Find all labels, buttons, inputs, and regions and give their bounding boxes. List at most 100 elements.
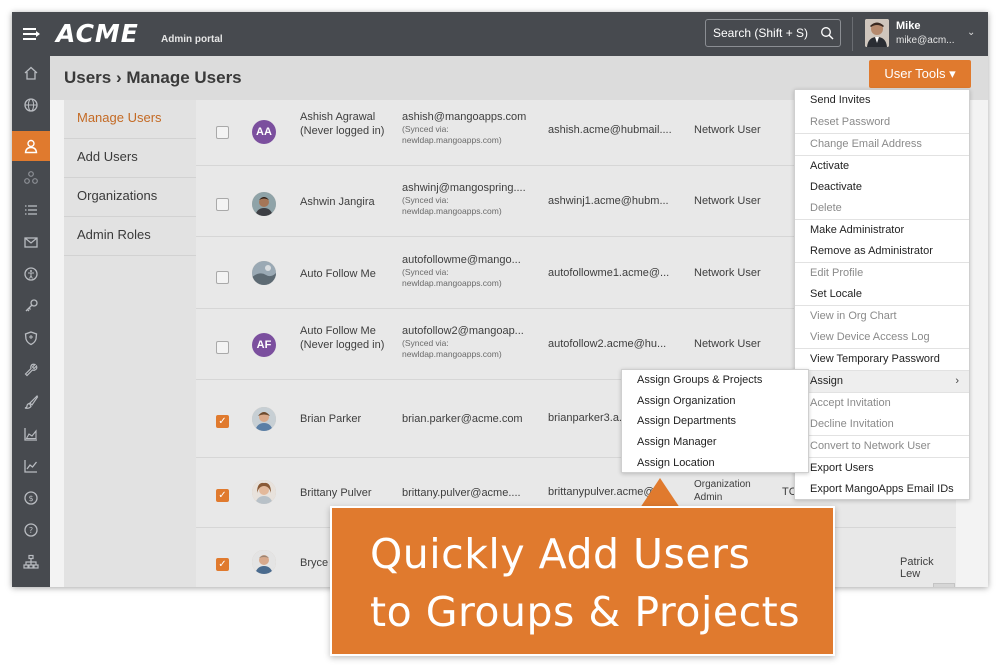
email-cell: autofollowme@mango... (Synced via: newld… (402, 253, 521, 289)
assign-submenu: Assign Groups & Projects Assign Organiza… (621, 369, 809, 473)
row-checkbox[interactable]: ✓ (216, 415, 229, 428)
email-cell: autofollow2@mangoap... (Synced via: newl… (402, 324, 524, 360)
side-menu-manage-users[interactable]: Manage Users (64, 100, 196, 139)
menu-item-make-admin[interactable]: Make Administrator (795, 220, 969, 242)
callout-banner: Quickly Add Users to Groups & Projects (330, 506, 835, 656)
menu-item-export-email-ids[interactable]: Export MangoApps Email IDs (795, 479, 969, 501)
rail-item-list[interactable] (12, 195, 50, 225)
user-tools-button[interactable]: User Tools ▾ (869, 60, 971, 88)
menu-item-assign[interactable]: Assign › (795, 371, 969, 393)
row-checkbox[interactable] (216, 198, 229, 211)
help-icon: ? (24, 523, 38, 537)
submenu-item-assign-manager[interactable]: Assign Manager (622, 433, 808, 453)
menu-item-export-users[interactable]: Export Users (795, 458, 969, 480)
user-name-cell[interactable]: Ashwin Jangira (300, 195, 386, 209)
synced-note: (Synced via: (402, 267, 449, 277)
chevron-down-icon[interactable]: ⌄ (967, 27, 975, 38)
user-name-cell[interactable]: Brian Parker (300, 412, 386, 426)
rail-item-home[interactable] (12, 58, 50, 88)
submenu-item-assign-departments[interactable]: Assign Departments (622, 412, 808, 432)
menu-item-edit-profile[interactable]: Edit Profile (795, 263, 969, 285)
rail-item-billing[interactable]: $ (12, 483, 50, 513)
side-menu-add-users[interactable]: Add Users (64, 139, 196, 178)
row-checkbox[interactable] (216, 341, 229, 354)
rail-item-network[interactable] (12, 163, 50, 193)
email-cell: brian.parker@acme.com (402, 412, 523, 426)
app-window: ACME Admin portal Search (Shift + S) Mik… (12, 12, 988, 587)
menu-item-accept-invitation[interactable]: Accept Invitation (795, 393, 969, 415)
user-avatar[interactable] (865, 19, 889, 47)
rail-item-users[interactable] (12, 131, 50, 161)
row-checkbox[interactable]: ✓ (216, 558, 229, 571)
rail-item-globe[interactable] (12, 90, 50, 120)
brush-icon (24, 394, 39, 409)
menu-item-label: Assign (810, 375, 844, 387)
shield-icon (24, 331, 38, 346)
rail-item-line-chart[interactable] (12, 451, 50, 481)
rail-item-key[interactable] (12, 291, 50, 321)
chevron-right-icon: › (955, 375, 959, 387)
submenu-item-assign-groups-projects[interactable]: Assign Groups & Projects (622, 371, 808, 391)
menu-icon[interactable] (22, 25, 40, 43)
menu-item-set-locale[interactable]: Set Locale (795, 284, 969, 306)
row-checkbox[interactable]: ✓ (216, 489, 229, 502)
menu-item-remove-admin[interactable]: Remove as Administrator (795, 241, 969, 263)
submenu-item-assign-location[interactable]: Assign Location (622, 454, 808, 474)
email-text: autofollow2@mangoap... (402, 325, 524, 337)
rail-item-help[interactable]: ? (12, 515, 50, 545)
menu-item-change-email[interactable]: Change Email Address (795, 134, 969, 156)
user-type-cell: Network User (694, 195, 761, 207)
user-name-cell[interactable]: Auto Follow Me (Never logged in) (300, 324, 386, 352)
menu-item-reset-password[interactable]: Reset Password (795, 112, 969, 134)
avatar: AA (252, 120, 276, 144)
rail-item-security[interactable] (12, 323, 50, 353)
menu-item-activate[interactable]: Activate (795, 156, 969, 178)
synced-note: newldap.mangoapps.com) (402, 135, 502, 145)
email-text: brian.parker@acme.com (402, 413, 523, 425)
user-type-cell: Network User (694, 338, 761, 350)
rail-item-org[interactable] (12, 547, 50, 577)
user-name-cell[interactable]: Ashish Agrawal (Never logged in) (300, 110, 386, 138)
side-menu-organizations[interactable]: Organizations (64, 178, 196, 217)
sitemap-icon (23, 554, 39, 569)
menu-item-delete[interactable]: Delete (795, 198, 969, 220)
rail-item-mail[interactable] (12, 227, 50, 257)
menu-item-convert-network-user[interactable]: Convert to Network User (795, 436, 969, 458)
scroll-to-top-button[interactable]: ^ (933, 583, 955, 587)
user-name-cell[interactable]: Brittany Pulver (300, 486, 386, 500)
email-cell: brittany.pulver@acme.... (402, 486, 521, 500)
synced-note: newldap.mangoapps.com) (402, 206, 502, 216)
left-rail: $ ? (12, 56, 50, 587)
svg-text:$: $ (28, 494, 33, 503)
submenu-item-assign-organization[interactable]: Assign Organization (622, 392, 808, 412)
menu-item-deactivate[interactable]: Deactivate (795, 177, 969, 199)
email-cell: ashish@mangoapps.com (Synced via: newlda… (402, 110, 526, 146)
user-tools-menu: Send Invites Reset Password Change Email… (794, 89, 970, 500)
rail-item-accessibility[interactable] (12, 259, 50, 289)
rail-item-theme[interactable] (12, 387, 50, 417)
menu-item-view-org-chart[interactable]: View in Org Chart (795, 306, 969, 328)
side-menu-admin-roles[interactable]: Admin Roles (64, 217, 196, 256)
key-icon (25, 299, 38, 312)
user-email[interactable]: mike@acm... (896, 35, 955, 46)
chart-area-icon (24, 428, 37, 441)
row-checkbox[interactable] (216, 271, 229, 284)
row-checkbox[interactable] (216, 126, 229, 139)
divider (852, 17, 853, 51)
dollar-icon: $ (24, 491, 38, 505)
menu-item-decline-invitation[interactable]: Decline Invitation (795, 414, 969, 436)
synced-note: (Synced via: (402, 338, 449, 348)
menu-item-send-invites[interactable]: Send Invites (795, 90, 969, 112)
rail-item-area-chart[interactable] (12, 419, 50, 449)
email-cell: ashwinj@mangospring.... (Synced via: new… (402, 181, 526, 217)
menu-item-temp-password[interactable]: View Temporary Password (795, 349, 969, 371)
user-name-cell[interactable]: Auto Follow Me (300, 267, 386, 281)
globe-icon (24, 98, 38, 112)
menu-item-device-access-log[interactable]: View Device Access Log (795, 327, 969, 349)
rail-item-tools[interactable] (12, 355, 50, 385)
search-icon[interactable] (820, 26, 834, 40)
user-icon (24, 139, 38, 154)
search-input[interactable]: Search (Shift + S) (705, 19, 841, 47)
top-bar: ACME Admin portal Search (Shift + S) Mik… (12, 12, 988, 56)
user-name[interactable]: Mike (896, 20, 920, 32)
